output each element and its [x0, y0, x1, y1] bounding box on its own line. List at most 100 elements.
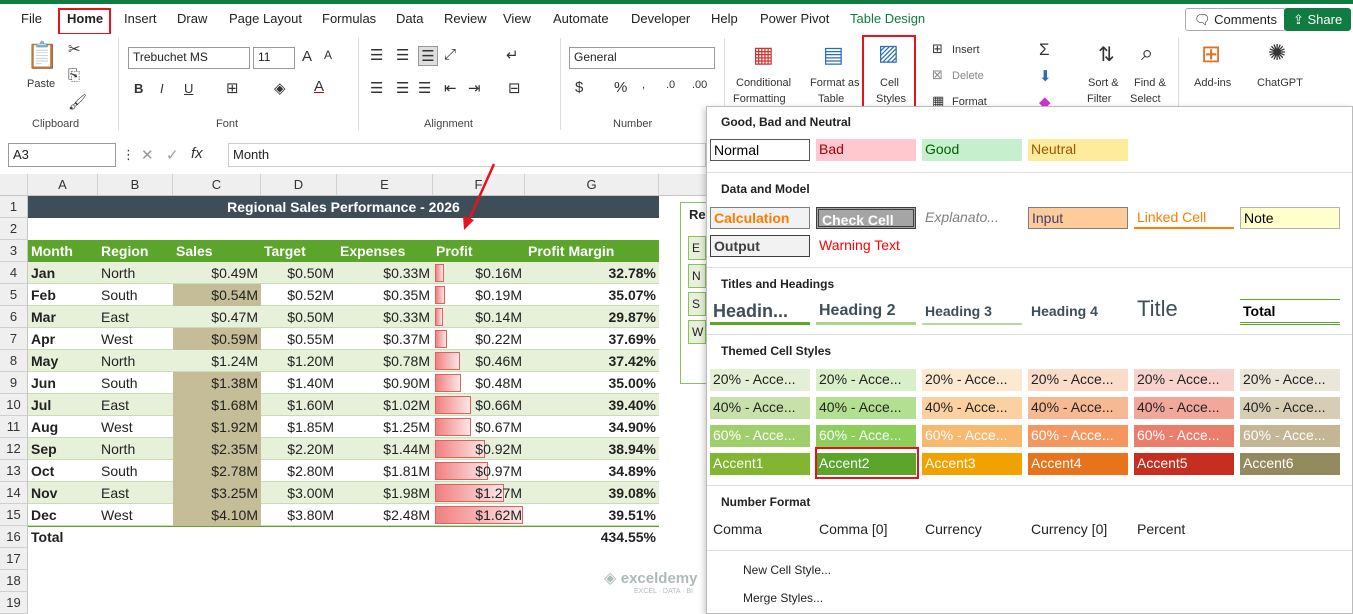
row-header[interactable]: 17	[0, 548, 28, 570]
increase-indent-icon[interactable]: ⇥	[468, 79, 481, 97]
style-60-accent-1[interactable]: 60% - Acce...	[710, 425, 810, 447]
merge-styles-link[interactable]: Merge Styles...	[743, 591, 823, 605]
add-ins-label[interactable]: Add-ins	[1194, 77, 1231, 89]
style-60-accent-3[interactable]: 60% - Acce...	[922, 425, 1022, 447]
row-header[interactable]: 9	[0, 372, 28, 394]
row-header[interactable]: 15	[0, 504, 28, 526]
number-format-select[interactable]: General	[569, 47, 715, 69]
tab-view[interactable]: View	[503, 11, 531, 26]
total-value[interactable]: 434.55%	[525, 526, 659, 548]
underline-icon[interactable]: U	[184, 81, 193, 96]
style-accent-3[interactable]: Accent3	[922, 453, 1022, 475]
style-output[interactable]: Output	[710, 235, 810, 257]
select-label[interactable]: Select	[1130, 93, 1161, 105]
table-cell[interactable]: Apr	[28, 328, 98, 350]
table-cell[interactable]: $2.35M	[173, 438, 261, 460]
tab-file[interactable]: File	[21, 11, 42, 26]
style-number-format[interactable]: Currency	[922, 519, 1026, 541]
table-cell[interactable]: $0.50M	[261, 262, 337, 284]
table-cell[interactable]: $1.85M	[261, 416, 337, 438]
table-cell[interactable]: Jul	[28, 394, 98, 416]
style-heading-3[interactable]: Heading 3	[922, 299, 1022, 325]
table-cell[interactable]: $2.78M	[173, 460, 261, 482]
decrease-font-icon[interactable]: A	[324, 48, 332, 62]
comments-button[interactable]: 🗨 Comments	[1185, 8, 1286, 31]
style-40-accent-4[interactable]: 40% - Acce...	[1028, 397, 1128, 419]
table-cell[interactable]: $1.44M	[337, 438, 433, 460]
tab-insert[interactable]: Insert	[124, 11, 157, 26]
table-cell[interactable]: $1.38M	[173, 372, 261, 394]
table-cell[interactable]: $0.16M	[433, 262, 525, 284]
tab-automate[interactable]: Automate	[553, 11, 609, 26]
align-middle-icon[interactable]: ☰	[396, 46, 409, 64]
table-cell[interactable]: $0.55M	[261, 328, 337, 350]
table-cell[interactable]: South	[98, 372, 173, 394]
row-header[interactable]: 5	[0, 284, 28, 306]
align-top-icon[interactable]: ☰	[370, 46, 383, 64]
style-heading-2[interactable]: Heading 2	[816, 299, 916, 325]
table-cell[interactable]: Jun	[28, 372, 98, 394]
style-normal[interactable]: Normal	[710, 139, 810, 161]
table-cell[interactable]: $0.14M	[433, 306, 525, 328]
delete-cells-icon[interactable]: ⊠	[932, 67, 943, 83]
row-header[interactable]: 1	[0, 196, 28, 218]
format-as-table-icon[interactable]: ▤	[823, 42, 844, 68]
table-cell[interactable]: Sep	[28, 438, 98, 460]
table-header-cell[interactable]: Expenses	[337, 240, 433, 262]
table-cell[interactable]: $0.19M	[433, 284, 525, 306]
more-options-icon[interactable]: ⋮	[122, 147, 135, 163]
table-cell[interactable]: $0.46M	[433, 350, 525, 372]
table-cell[interactable]: $2.80M	[261, 460, 337, 482]
cut-icon[interactable]: ✂	[68, 40, 81, 58]
style-20-accent-4[interactable]: 20% - Acce...	[1028, 369, 1128, 391]
table-label[interactable]: Table	[818, 93, 844, 105]
conditional-label[interactable]: Conditional	[736, 77, 791, 89]
table-cell[interactable]: $1.24M	[173, 350, 261, 372]
table-cell[interactable]: 37.69%	[525, 328, 659, 350]
style-number-format[interactable]: Comma	[710, 519, 814, 541]
table-cell[interactable]: $1.02M	[337, 394, 433, 416]
style-warning-text[interactable]: Warning Text	[816, 235, 916, 257]
tab-page-layout[interactable]: Page Layout	[229, 11, 302, 26]
column-header[interactable]: E	[337, 174, 433, 196]
table-cell[interactable]: 39.51%	[525, 504, 659, 526]
table-cell[interactable]: $0.97M	[433, 460, 525, 482]
table-cell[interactable]: $0.90M	[337, 372, 433, 394]
table-cell[interactable]: 35.07%	[525, 284, 659, 306]
table-cell[interactable]: Oct	[28, 460, 98, 482]
row-header[interactable]: 2	[0, 218, 28, 240]
row-header[interactable]: 6	[0, 306, 28, 328]
paste-icon[interactable]: 📋	[26, 40, 58, 74]
style-input[interactable]: Input	[1028, 207, 1128, 229]
style-20-accent-6[interactable]: 20% - Acce...	[1240, 369, 1340, 391]
table-cell[interactable]: $0.22M	[433, 328, 525, 350]
cancel-icon[interactable]: ✕	[141, 146, 154, 164]
delete-label[interactable]: Delete	[952, 70, 984, 82]
style-good[interactable]: Good	[922, 139, 1022, 161]
currency-icon[interactable]: $	[575, 79, 583, 96]
percent-icon[interactable]: %	[614, 79, 627, 96]
table-cell[interactable]: $3.25M	[173, 482, 261, 504]
table-header-cell[interactable]: Sales	[173, 240, 261, 262]
enter-icon[interactable]: ✓	[166, 146, 179, 164]
name-box[interactable]: A3	[8, 143, 116, 167]
table-cell[interactable]: South	[98, 460, 173, 482]
decrease-indent-icon[interactable]: ⇤	[444, 79, 457, 97]
table-cell[interactable]: Aug	[28, 416, 98, 438]
table-cell[interactable]: $3.00M	[261, 482, 337, 504]
worksheet-grid[interactable]: A B C D E F G 1 2 3 4 5 6 7 8 9 10 11 12 13 14 15 16 17 1…	[0, 174, 706, 614]
table-cell[interactable]: East	[98, 306, 173, 328]
style-20-accent-5[interactable]: 20% - Acce...	[1134, 369, 1234, 391]
style-check-cell[interactable]: Check Cell	[816, 207, 916, 229]
insert-label[interactable]: Insert	[952, 44, 980, 56]
align-right-icon[interactable]: ☰	[418, 79, 431, 97]
style-number-format[interactable]: Currency [0]	[1028, 519, 1132, 541]
table-cell[interactable]: $0.33M	[337, 306, 433, 328]
format-painter-icon[interactable]: 🖌	[68, 93, 87, 111]
font-name-select[interactable]: Trebuchet MS	[128, 47, 250, 69]
table-cell[interactable]: 38.94%	[525, 438, 659, 460]
borders-icon[interactable]: ⊞	[226, 79, 239, 97]
column-header[interactable]: A	[28, 174, 98, 196]
row-header[interactable]: 13	[0, 460, 28, 482]
table-cell[interactable]: 29.87%	[525, 306, 659, 328]
